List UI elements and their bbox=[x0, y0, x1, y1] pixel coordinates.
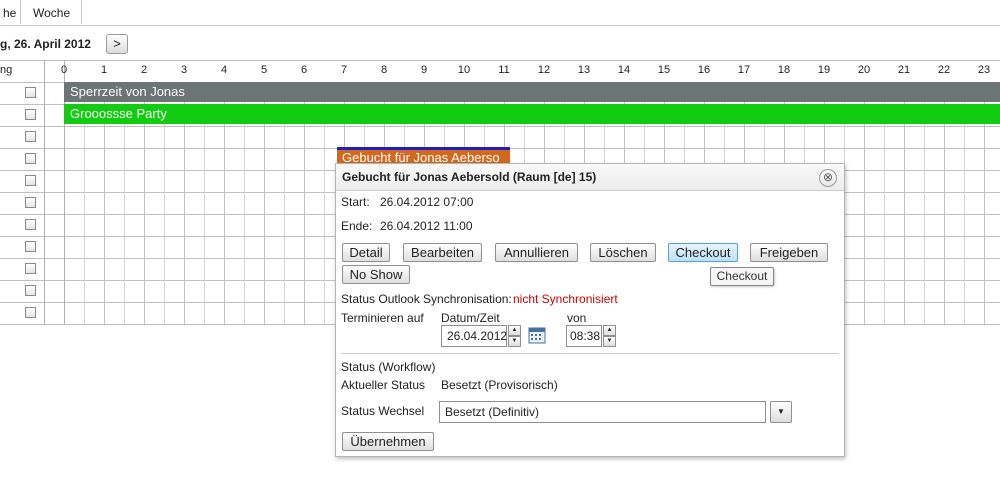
hour-label: 0 bbox=[60, 64, 68, 76]
delete-button[interactable]: Löschen bbox=[590, 243, 656, 262]
detail-button[interactable]: Detail bbox=[342, 243, 390, 262]
grid-column-separator bbox=[44, 60, 45, 324]
hour-label: 23 bbox=[977, 64, 991, 76]
row-checkbox[interactable] bbox=[25, 153, 36, 164]
edit-button[interactable]: Bearbeiten bbox=[403, 243, 482, 262]
chevron-right-icon: > bbox=[113, 36, 121, 51]
current-status-value: Besetzt (Provisorisch) bbox=[441, 378, 558, 392]
date-input[interactable]: 26.04.2012 bbox=[441, 325, 507, 347]
tab-week[interactable]: Woche bbox=[21, 0, 82, 24]
spin-down-icon[interactable]: ▼ bbox=[603, 336, 616, 347]
grid-row-line bbox=[0, 126, 1000, 127]
row-checkbox[interactable] bbox=[25, 131, 36, 142]
date-time-label: Datum/Zeit bbox=[441, 311, 500, 325]
popup-title: Gebucht für Jonas Aebersold (Raum [de] 1… bbox=[342, 170, 597, 184]
tab-day[interactable]: he bbox=[0, 0, 21, 24]
row-checkbox[interactable] bbox=[25, 285, 36, 296]
next-day-button[interactable]: > bbox=[106, 34, 128, 54]
row-checkbox[interactable] bbox=[25, 87, 36, 98]
close-icon: ⊗ bbox=[822, 170, 834, 184]
row-checkbox[interactable] bbox=[25, 175, 36, 186]
time-spinner[interactable]: ▲ ▼ bbox=[603, 325, 616, 347]
hour-label: 14 bbox=[617, 64, 631, 76]
hour-label: 19 bbox=[817, 64, 831, 76]
end-value: 26.04.2012 11:00 bbox=[380, 219, 473, 233]
hour-label: 22 bbox=[937, 64, 951, 76]
checkout-button[interactable]: Checkout bbox=[668, 243, 738, 262]
hour-label: 10 bbox=[457, 64, 471, 76]
hour-label: 18 bbox=[777, 64, 791, 76]
spin-down-icon[interactable]: ▼ bbox=[508, 336, 521, 347]
time-input[interactable]: 08:38 bbox=[566, 325, 602, 347]
hour-label: 7 bbox=[340, 64, 348, 76]
workflow-label: Status (Workflow) bbox=[341, 360, 436, 374]
row-checkbox[interactable] bbox=[25, 307, 36, 318]
current-date-label: g, 26. April 2012 bbox=[0, 37, 91, 51]
hour-label: 13 bbox=[577, 64, 591, 76]
row-checkbox[interactable] bbox=[25, 197, 36, 208]
view-tabs: he Woche bbox=[0, 0, 1000, 26]
row-checkbox[interactable] bbox=[25, 219, 36, 230]
spin-up-icon[interactable]: ▲ bbox=[508, 325, 521, 336]
hour-label: 20 bbox=[857, 64, 871, 76]
event-sperrzeit[interactable]: Sperrzeit von Jonas bbox=[64, 82, 1000, 102]
hour-label: 1 bbox=[100, 64, 108, 76]
spin-up-icon[interactable]: ▲ bbox=[603, 325, 616, 336]
booking-popup: Gebucht für Jonas Aebersold (Raum [de] 1… bbox=[335, 163, 845, 457]
current-status-label: Aktueller Status bbox=[341, 378, 426, 392]
checkout-tooltip: Checkout bbox=[710, 267, 774, 286]
start-value: 26.04.2012 07:00 bbox=[380, 195, 474, 209]
start-label: Start: bbox=[341, 195, 370, 209]
close-button[interactable]: ⊗ bbox=[819, 169, 837, 187]
status-change-label: Status Wechsel bbox=[341, 404, 425, 418]
end-label: Ende: bbox=[341, 219, 373, 233]
popup-header: Gebucht für Jonas Aebersold (Raum [de] 1… bbox=[336, 164, 844, 191]
hour-label: 2 bbox=[140, 64, 148, 76]
hour-label: 12 bbox=[537, 64, 551, 76]
hour-label: 21 bbox=[897, 64, 911, 76]
release-button[interactable]: Freigeben bbox=[750, 243, 828, 262]
sync-status-label: Status Outlook Synchronisation: bbox=[341, 292, 512, 306]
hour-label: 9 bbox=[420, 64, 428, 76]
row-checkbox[interactable] bbox=[25, 109, 36, 120]
section-divider bbox=[341, 353, 839, 354]
schedule-label: Terminieren auf bbox=[341, 311, 424, 325]
sync-status-value: nicht Synchronisiert bbox=[513, 292, 618, 306]
row-checkbox[interactable] bbox=[25, 263, 36, 274]
calendar-icon[interactable] bbox=[528, 326, 546, 344]
event-party[interactable]: Grooossse Party bbox=[64, 104, 1000, 124]
hour-label: 3 bbox=[180, 64, 188, 76]
hour-label: 11 bbox=[498, 64, 510, 76]
status-change-select[interactable]: Besetzt (Definitiv) bbox=[439, 401, 766, 423]
date-spinner[interactable]: ▲ ▼ bbox=[508, 325, 521, 347]
apply-button[interactable]: Übernehmen bbox=[342, 432, 434, 451]
hour-label: 15 bbox=[657, 64, 671, 76]
chevron-down-icon[interactable]: ▼ bbox=[770, 401, 792, 423]
hour-label: 5 bbox=[260, 64, 268, 76]
hour-label: 4 bbox=[220, 64, 228, 76]
grid-row-line bbox=[0, 60, 1000, 61]
from-label: von bbox=[567, 311, 587, 325]
hour-label: 16 bbox=[697, 64, 711, 76]
hour-label: 8 bbox=[380, 64, 388, 76]
row-checkbox[interactable] bbox=[25, 241, 36, 252]
no-show-button[interactable]: No Show bbox=[342, 265, 410, 284]
hour-label: 17 bbox=[737, 64, 751, 76]
cancel-booking-button[interactable]: Annullieren bbox=[495, 243, 578, 262]
row-header-label: ng bbox=[0, 64, 13, 76]
hour-label: 6 bbox=[300, 64, 308, 76]
